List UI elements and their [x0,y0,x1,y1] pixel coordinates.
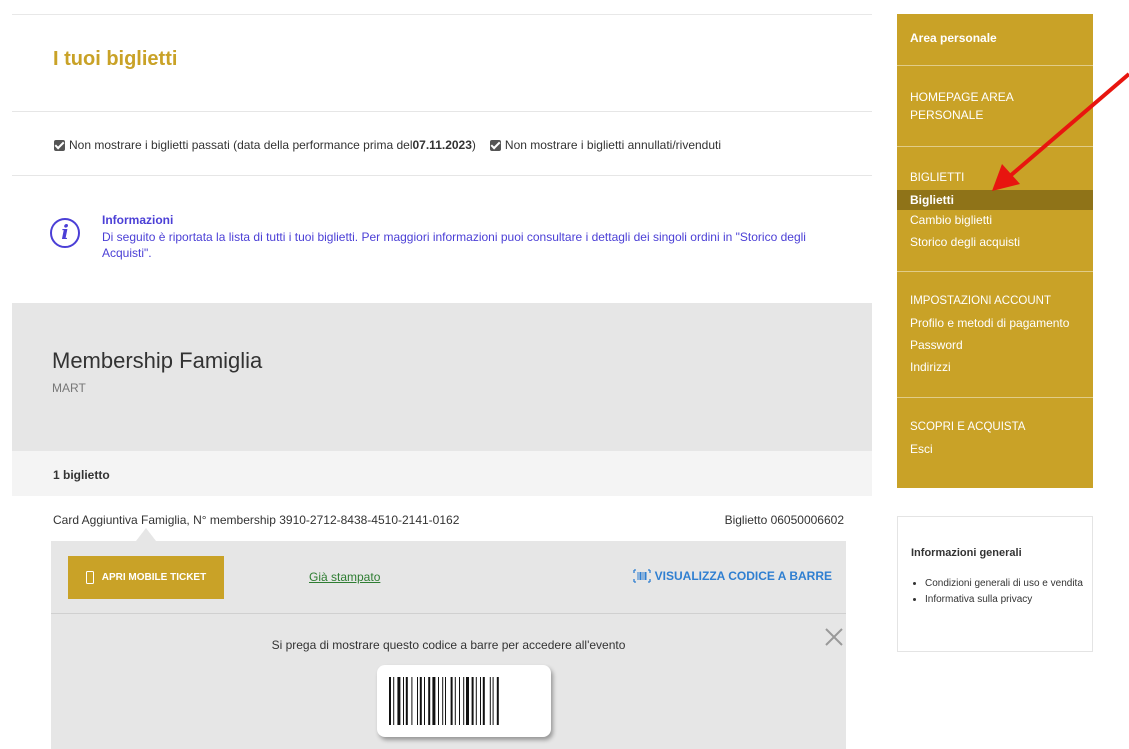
barcode-stripe [454,677,456,725]
barcode-stripe [405,677,408,725]
sidebar-divider [897,397,1093,398]
barcode-stripe [492,677,494,725]
barcode-stripe [432,677,436,725]
event-name: Membership Famiglia [52,348,263,373]
barcode-stripe [403,677,404,725]
barcode-message: Si prega di mostrare questo codice a bar… [271,638,626,652]
barcode-stripe [489,677,491,725]
general-info-title: Informazioni generali [911,547,1022,559]
barcode-stripe [445,677,446,725]
general-info-card: Informazioni generali Condizioni general… [897,516,1093,652]
ticket-panel: APRI MOBILE TICKET Già stampato VISUALIZ… [51,541,846,749]
barcode-stripe [419,677,422,725]
barcode-stripe [442,677,444,725]
ticket-number: Biglietto 06050006602 [724,513,844,527]
barcode-stripe [475,677,477,725]
open-mobile-ticket-button[interactable]: APRI MOBILE TICKET [68,556,224,599]
already-printed-link[interactable]: Già stampato [309,570,380,584]
barcode-stripe [459,677,460,725]
filter-past-tickets[interactable]: Non mostrare i biglietti passati (data d… [54,138,476,152]
info-title: Informazioni [102,213,174,227]
panel-divider [51,613,846,614]
barcode-icon [633,569,651,583]
filter-past-label: Non mostrare i biglietti passati (data d… [69,138,413,152]
sidebar-item-esci[interactable]: Esci [910,440,933,458]
ticket-count: 1 biglietto [53,468,110,482]
sidebar-item-profilo[interactable]: Profilo e metodi di pagamento [910,314,1069,332]
main-content: I tuoi biglietti Non mostrare i bigliett… [12,14,872,749]
barcode-icon [389,677,499,725]
page-title: I tuoi biglietti [53,48,178,70]
sidebar-section-tickets: BIGLIETTI [910,172,965,184]
sidebar-item-biglietti[interactable]: Biglietti [910,191,954,209]
barcode-stripe [389,677,391,725]
divider [12,111,872,112]
general-info-links: Condizioni generali di uso e vendita Inf… [911,577,1095,609]
barcode-stripe [424,677,425,725]
barcode-stripe [393,677,395,725]
checkbox-checked-icon[interactable] [489,139,501,151]
barcode-stripe [428,677,431,725]
barcode-stripe [417,677,418,725]
barcode-stripe [438,677,439,725]
link-privacy[interactable]: Informativa sulla privacy [925,593,1095,607]
show-barcode-label: VISUALIZZA CODICE A BARRE [654,569,832,583]
sidebar-item-scopri-acquista[interactable]: SCOPRI E ACQUISTA [910,418,1025,436]
phone-icon [85,571,94,584]
ticket-description: Card Aggiuntiva Famiglia, N° membership … [53,513,460,527]
filter-past-suffix: ) [471,138,476,152]
sidebar-divider [897,271,1093,272]
event-venue: MART [52,381,86,395]
barcode-stripe [471,677,474,725]
barcode-card [377,665,551,737]
sidebar-item-cambio-biglietti[interactable]: Cambio biglietti [910,211,992,229]
event-header: Membership Famiglia MART [12,303,872,451]
checkbox-checked-icon[interactable] [54,139,65,151]
info-icon: i [50,218,80,248]
sidebar-item-indirizzi[interactable]: Indirizzi [910,358,951,376]
sidebar-divider [897,65,1093,66]
barcode-stripe [480,677,481,725]
sidebar-section-account: IMPOSTAZIONI ACCOUNT [910,295,1051,307]
account-sidebar: Area personale HOMEPAGE AREA PERSONALE BI… [897,14,1093,488]
sidebar-item-storico-acquisti[interactable]: Storico degli acquisti [910,233,1020,251]
link-terms[interactable]: Condizioni generali di uso e vendita [925,577,1095,591]
barcode-stripe [450,677,453,725]
open-mobile-ticket-label: APRI MOBILE TICKET [101,572,207,583]
barcode-stripe [397,677,401,725]
info-text: Di seguito è riportata la lista di tutti… [102,230,806,260]
top-divider [12,14,872,15]
panel-notch [136,528,156,541]
barcode-stripe [411,677,413,725]
sidebar-divider [897,146,1093,147]
filter-cancelled-tickets[interactable]: Non mostrare i biglietti annullati/riven… [489,138,722,152]
sidebar-homepage-line1: HOMEPAGE AREA [910,90,1014,104]
show-barcode-link[interactable]: VISUALIZZA CODICE A BARRE [633,569,832,583]
divider [12,175,872,176]
close-icon[interactable] [822,625,846,649]
ticket-count-bar: 1 biglietto [12,451,872,496]
sidebar-item-password[interactable]: Password [910,336,963,354]
filter-cancelled-label: Non mostrare i biglietti annullati/riven… [504,138,722,152]
ticket-filters: Non mostrare i biglietti passati (data d… [54,138,735,152]
filter-past-date: 07.11.2023 [412,138,472,152]
sidebar-item-homepage[interactable]: HOMEPAGE AREA PERSONALE [910,88,1014,124]
barcode-stripe [482,677,485,725]
sidebar-header: Area personale [910,31,997,45]
barcode-stripe [496,677,499,725]
sidebar-homepage-line2: PERSONALE [910,108,984,122]
barcode-stripe [463,677,465,725]
barcode-stripe [466,677,469,725]
